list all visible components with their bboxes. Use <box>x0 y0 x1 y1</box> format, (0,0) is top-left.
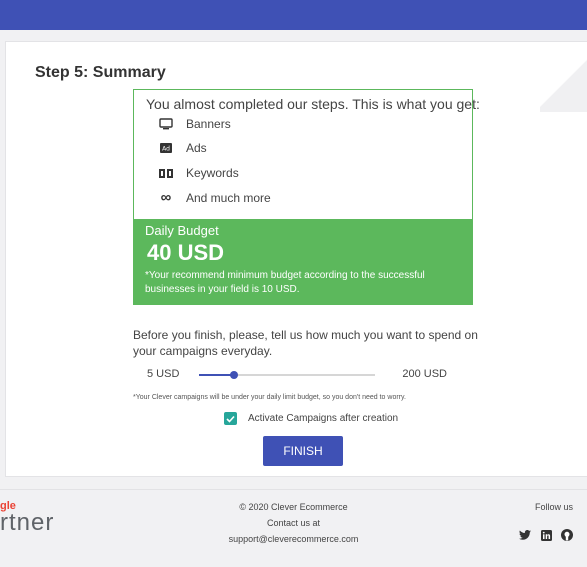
feature-keywords: Keywords <box>158 166 239 180</box>
budget-slider-row: 5 USD 200 USD <box>147 366 467 384</box>
top-bar <box>0 0 587 30</box>
feature-ads: Ad Ads <box>158 141 207 155</box>
check-icon <box>226 415 235 423</box>
summary-intro: You almost completed our steps. This is … <box>146 96 480 112</box>
slider-thumb[interactable] <box>230 371 239 379</box>
feature-label: Ads <box>186 141 207 155</box>
budget-label: Daily Budget <box>145 223 219 238</box>
twitter-icon[interactable] <box>519 529 531 541</box>
budget-note: *Your recommend minimum budget according… <box>145 270 425 295</box>
step-title: Step 5: Summary <box>35 64 166 81</box>
budget-disclaimer: *Your Clever campaigns will be under you… <box>133 394 406 401</box>
copyright: © 2020 Clever Ecommerce <box>239 502 348 512</box>
feature-label: Keywords <box>186 166 239 180</box>
activate-campaigns-row[interactable]: Activate Campaigns after creation <box>224 412 398 425</box>
activate-checkbox[interactable] <box>224 412 237 425</box>
infinity-icon: ∞ <box>160 189 172 206</box>
summary-box: You almost completed our steps. This is … <box>133 89 480 305</box>
slider-fill <box>199 374 235 376</box>
feature-label: And much more <box>186 191 271 205</box>
social-links <box>519 529 573 541</box>
linkedin-icon[interactable] <box>540 529 552 541</box>
slider-track[interactable] <box>199 371 375 379</box>
contact-email-link[interactable]: support@cleverecommerce.com <box>0 534 587 544</box>
feature-banners: Banners <box>158 117 231 131</box>
budget-amount: 40 USD <box>147 240 225 265</box>
feature-label: Banners <box>186 117 231 131</box>
spend-question: Before you finish, please, tell us how m… <box>133 328 478 358</box>
finish-button[interactable]: FINISH <box>263 436 343 466</box>
daily-budget-panel: Daily Budget 40 USD *Your recommend mini… <box>134 219 472 305</box>
contact-label: Contact us at <box>266 518 321 528</box>
slider-max-label: 200 USD <box>402 368 447 380</box>
follow-us-label: Follow us <box>535 502 574 512</box>
corner-shade <box>540 42 587 112</box>
ad-icon: Ad <box>158 142 174 154</box>
svg-text:Ad: Ad <box>162 146 170 153</box>
github-icon[interactable] <box>561 529 573 541</box>
feature-more: ∞ And much more <box>158 189 271 206</box>
activate-label: Activate Campaigns after creation <box>248 413 399 424</box>
monitor-icon <box>158 118 174 130</box>
slider-min-label: 5 USD <box>147 368 180 380</box>
keywords-icon <box>158 167 174 179</box>
